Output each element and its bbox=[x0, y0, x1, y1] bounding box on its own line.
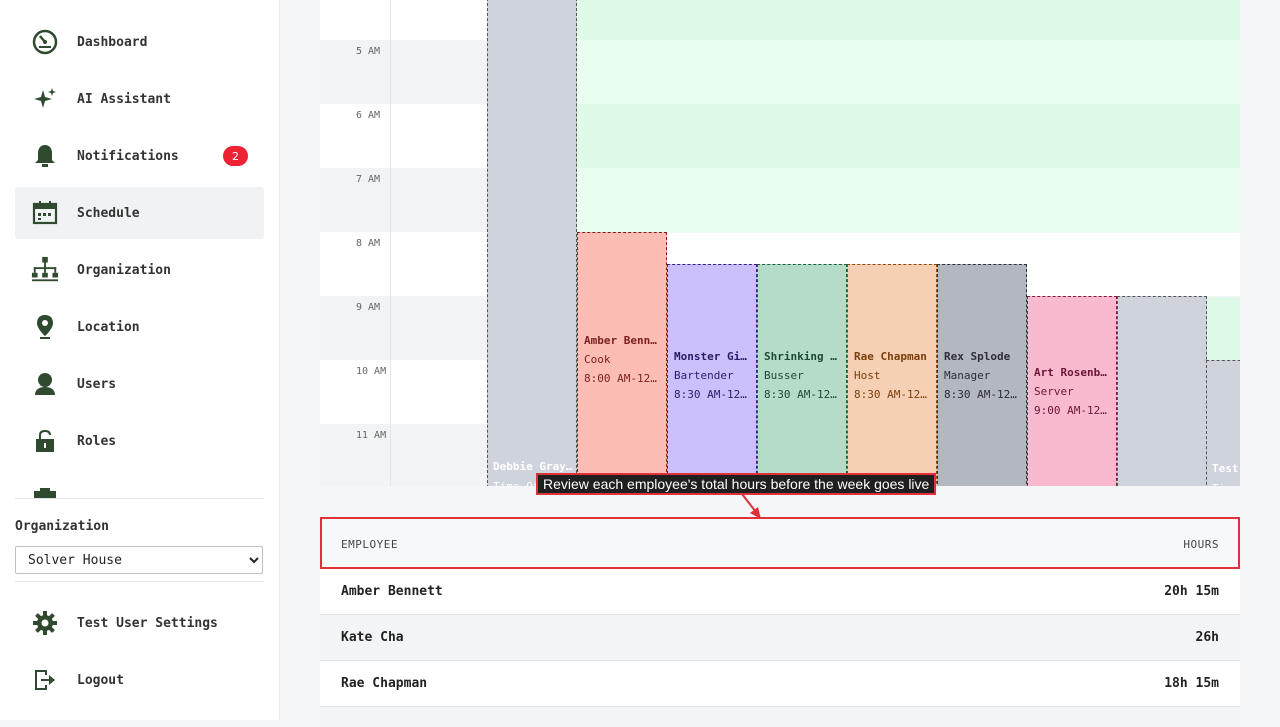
shift-employee-name: Art Rosenba… bbox=[1034, 366, 1110, 379]
table-row: Kate Cha 26h bbox=[320, 615, 1240, 661]
shift-time: 9:00 AM-12:… bbox=[1034, 404, 1110, 417]
time-label: 8 AM bbox=[356, 238, 381, 249]
shift-time: 8:30 AM-12:… bbox=[944, 388, 1020, 401]
shift-time: 8:30 AM-12:… bbox=[674, 388, 750, 401]
shift-employee-name: Rex Splode bbox=[944, 350, 1011, 363]
table-row: Amber Bennett 20h 15m bbox=[320, 569, 1240, 615]
sidebar-item-users[interactable]: Users bbox=[15, 358, 264, 410]
lock-icon bbox=[31, 427, 59, 455]
schedule-calendar: 5 AM 6 AM 7 AM 8 AM 9 AM 10 AM 11 AM Deb… bbox=[320, 0, 1240, 486]
dashboard-icon bbox=[31, 28, 59, 56]
time-label: 11 AM bbox=[356, 430, 387, 441]
shift-role: Host bbox=[854, 369, 881, 382]
sidebar-item-notifications[interactable]: Notifications 2 bbox=[15, 130, 264, 182]
calendar-icon bbox=[31, 199, 59, 227]
shift-employee-name: Test bbox=[1212, 462, 1239, 475]
sidebar-divider bbox=[15, 498, 264, 499]
organization-select[interactable]: Solver House bbox=[15, 546, 263, 574]
shift-role: Bartender bbox=[674, 369, 734, 382]
shift-block-time-off[interactable]: Debbie Gray… Time Off bbox=[487, 0, 577, 486]
tooltip-arrow bbox=[741, 493, 761, 519]
employee-name: Kate Cha bbox=[341, 630, 404, 645]
sidebar-item-label: AI Assistant bbox=[77, 91, 171, 107]
shift-employee-name: Monster Girl bbox=[674, 350, 750, 363]
bell-icon bbox=[31, 142, 59, 170]
sidebar-scroll-overflow bbox=[31, 484, 59, 498]
shift-time: 8:30 AM-12:… bbox=[854, 388, 930, 401]
hours-review-tooltip: Review each employee's total hours befor… bbox=[536, 473, 937, 495]
availability-block bbox=[576, 40, 1240, 104]
table-row: Rae Chapman 18h 15m bbox=[320, 661, 1240, 707]
org-chart-icon bbox=[31, 256, 59, 284]
employee-hours: 26h bbox=[1195, 630, 1219, 645]
shift-block[interactable]: Monster Girl Bartender 8:30 AM-12:… bbox=[667, 264, 757, 486]
shift-block[interactable]: Art Rosenba… Server 9:00 AM-12:… bbox=[1027, 296, 1117, 486]
time-label: 7 AM bbox=[356, 174, 381, 185]
sidebar-item-settings[interactable]: Test User Settings bbox=[15, 597, 264, 649]
employee-name: Rae Chapman bbox=[341, 676, 428, 691]
table-header: EMPLOYEE HOURS bbox=[320, 517, 1240, 569]
sidebar-divider bbox=[15, 581, 264, 582]
column-header-employee: EMPLOYEE bbox=[341, 538, 398, 551]
time-label: 9 AM bbox=[356, 302, 381, 313]
sidebar-item-label: Test User Settings bbox=[77, 615, 218, 631]
employee-name: Amber Bennett bbox=[341, 584, 443, 599]
shift-block[interactable]: Rae Chapman Host 8:30 AM-12:… bbox=[847, 264, 937, 486]
shift-employee-name: Amber Benne… bbox=[584, 334, 660, 347]
shift-employee-name: Shrinking R… bbox=[764, 350, 840, 363]
column-header-hours: HOURS bbox=[1183, 538, 1219, 551]
shift-role: Busser bbox=[764, 369, 804, 382]
sidebar-item-label: Organization bbox=[77, 262, 171, 278]
time-label: 5 AM bbox=[356, 46, 381, 57]
employee-hours-table: EMPLOYEE HOURS Amber Bennett 20h 15m Kat… bbox=[320, 517, 1240, 727]
employee-hours: 20h 15m bbox=[1164, 584, 1219, 599]
shift-block[interactable]: Rex Splode Manager 8:30 AM-12:… bbox=[937, 264, 1027, 486]
sidebar-item-organization[interactable]: Organization bbox=[15, 244, 264, 296]
sidebar-item-label: Logout bbox=[77, 672, 124, 688]
gear-icon bbox=[31, 609, 59, 637]
shift-block-unlabeled[interactable] bbox=[1117, 296, 1207, 486]
time-label: 10 AM bbox=[356, 366, 387, 377]
notification-count-badge: 2 bbox=[223, 146, 248, 166]
logout-icon bbox=[31, 666, 59, 694]
time-label: 6 AM bbox=[356, 110, 381, 121]
sidebar-item-label: Roles bbox=[77, 433, 117, 449]
employee-hours: 18h 15m bbox=[1164, 676, 1219, 691]
sidebar: Dashboard AI Assistant Notifications 2 S… bbox=[0, 0, 280, 720]
sidebar-item-label: Location bbox=[77, 319, 140, 335]
shift-role: Server bbox=[1034, 385, 1074, 398]
sidebar-item-location[interactable]: Location bbox=[15, 301, 264, 353]
shift-role: Manager bbox=[944, 369, 991, 382]
folder-icon bbox=[34, 488, 56, 498]
shift-block[interactable]: Shrinking R… Busser 8:30 AM-12:… bbox=[757, 264, 847, 486]
sidebar-item-ai-assistant[interactable]: AI Assistant bbox=[15, 73, 264, 125]
shift-employee-name: Rae Chapman bbox=[854, 350, 927, 363]
table-row bbox=[320, 707, 1240, 727]
availability-block bbox=[1206, 297, 1240, 361]
sidebar-item-label: Users bbox=[77, 376, 117, 392]
shift-block[interactable]: Amber Benne… Cook 8:00 AM-12:… bbox=[577, 232, 667, 486]
sparkle-icon bbox=[31, 85, 59, 113]
sidebar-item-label: Dashboard bbox=[77, 34, 148, 50]
shift-time: 8:00 AM-12:… bbox=[584, 372, 660, 385]
sidebar-item-schedule[interactable]: Schedule bbox=[15, 187, 264, 239]
shift-role: Cook bbox=[584, 353, 611, 366]
time-axis-divider bbox=[390, 0, 391, 486]
availability-block bbox=[576, 168, 1240, 233]
user-icon bbox=[31, 370, 59, 398]
organization-label: Organization bbox=[15, 519, 109, 534]
location-pin-icon bbox=[31, 313, 59, 341]
sidebar-item-label: Notifications bbox=[77, 148, 179, 164]
sidebar-item-label: Schedule bbox=[77, 205, 140, 221]
sidebar-item-roles[interactable]: Roles bbox=[15, 415, 264, 467]
sidebar-item-dashboard[interactable]: Dashboard bbox=[15, 16, 264, 68]
shift-role: Time Off bbox=[1212, 482, 1240, 486]
shift-employee-name: Debbie Gray… bbox=[493, 460, 573, 473]
shift-block-time-off[interactable]: Test Time Off bbox=[1206, 360, 1240, 486]
sidebar-item-logout[interactable]: Logout bbox=[15, 654, 264, 706]
shift-time: 8:30 AM-12:… bbox=[764, 388, 840, 401]
